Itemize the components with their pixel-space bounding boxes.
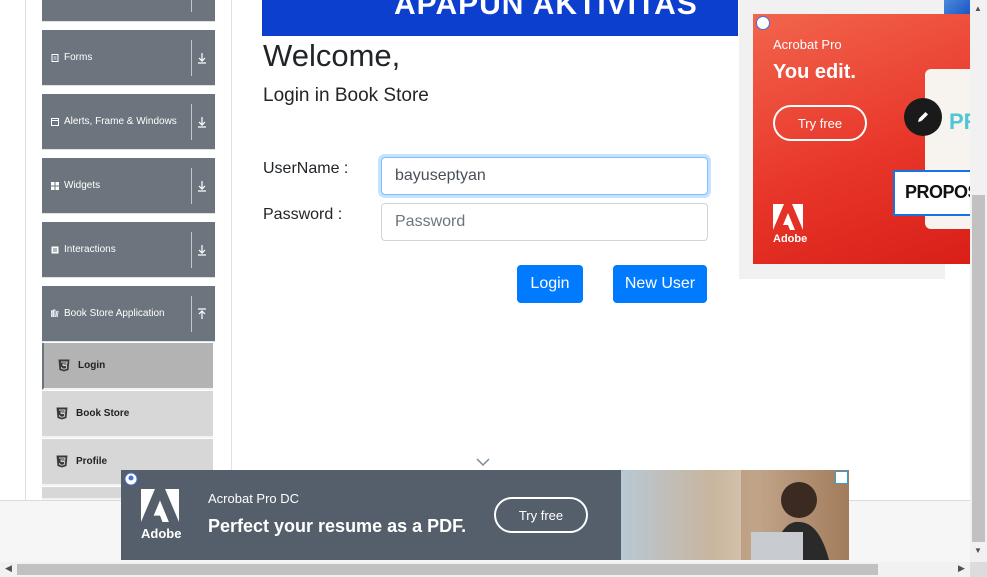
- sidebar-item-label: Login: [78, 360, 106, 371]
- left-divider: [25, 0, 26, 500]
- scroll-up-icon[interactable]: ▲: [974, 4, 982, 13]
- group-separator: [191, 104, 192, 140]
- ad-info-icon[interactable]: [835, 471, 848, 484]
- sidebar-item-login[interactable]: Login: [42, 343, 213, 390]
- sidebar-group-alerts[interactable]: Alerts, Frame & Windows: [42, 94, 215, 150]
- ad-right-banner[interactable]: Acrobat Pro You edit. Try free PR PROPOS…: [753, 14, 987, 264]
- book-icon: [51, 309, 59, 318]
- ad-headline: You edit.: [773, 61, 856, 83]
- page-subtitle: Login in Book Store: [263, 85, 429, 106]
- horizontal-scroll-thumb[interactable]: [17, 564, 878, 575]
- sidebar-group-elements[interactable]: [42, 0, 215, 22]
- new-user-button[interactable]: New User: [613, 265, 707, 303]
- ad-choices-icon[interactable]: [756, 16, 770, 30]
- sidebar-group-label: Widgets: [64, 180, 101, 191]
- ad-choices-icon[interactable]: [124, 472, 138, 486]
- chevron-down-icon[interactable]: [476, 457, 490, 467]
- login-button[interactable]: Login: [517, 265, 583, 303]
- sidebar-group-interactions[interactable]: Interactions: [42, 222, 215, 278]
- page-title: Welcome,: [263, 38, 401, 73]
- download-icon: [198, 181, 206, 192]
- download-icon: [198, 53, 206, 64]
- sidebar-group-book-store-application[interactable]: Book Store Application: [42, 286, 215, 342]
- widgets-icon: [51, 181, 59, 190]
- scroll-left-icon[interactable]: ◀: [5, 563, 12, 574]
- sidebar-group-label: Interactions: [64, 244, 116, 255]
- scroll-right-icon[interactable]: ▶: [958, 563, 965, 574]
- scroll-down-icon[interactable]: ▼: [974, 546, 982, 555]
- sidebar-group-label: Alerts, Frame & Windows: [64, 116, 177, 127]
- download-icon: [196, 0, 208, 2]
- person-laptop-illustration: [741, 470, 849, 560]
- window-icon: [51, 117, 59, 126]
- sidebar-item-book-store[interactable]: Book Store: [42, 391, 213, 438]
- interactions-icon: [51, 246, 59, 254]
- ad-headline: Perfect your resume as a PDF.: [208, 516, 467, 536]
- sidebar-group-widgets[interactable]: Widgets: [42, 158, 215, 214]
- sidebar-item-label: Book Store: [76, 408, 130, 419]
- group-separator: [191, 40, 192, 76]
- ad-bottom-banner[interactable]: Adobe Acrobat Pro DC Perfect your resume…: [121, 470, 849, 560]
- password-label: Password :: [263, 206, 343, 223]
- html5-icon: [56, 407, 68, 420]
- username-input[interactable]: [381, 157, 708, 195]
- horizontal-scrollbar[interactable]: ◀ ▶: [0, 562, 987, 577]
- download-icon: [198, 117, 206, 128]
- group-separator: [191, 168, 192, 204]
- html5-icon: [56, 455, 68, 468]
- ad-corner-tab[interactable]: [944, 0, 970, 14]
- sidebar-group-forms[interactable]: Forms: [42, 30, 215, 86]
- ad-photo: [621, 470, 849, 560]
- forms-icon: [51, 53, 59, 62]
- group-separator: [191, 296, 192, 332]
- sidebar-item-label: Profile: [76, 456, 108, 467]
- group-separator: [191, 232, 192, 268]
- sidebar-group-label: Book Store Application: [64, 308, 165, 319]
- ad-try-free-button[interactable]: Try free: [773, 105, 867, 141]
- edit-pencil-icon[interactable]: [904, 98, 942, 136]
- group-separator: [191, 0, 192, 12]
- sidebar-divider: [231, 0, 232, 500]
- username-label: UserName :: [263, 160, 349, 177]
- ad-try-free-button[interactable]: Try free: [494, 497, 588, 533]
- ad-brand: Acrobat Pro: [773, 37, 842, 52]
- upload-icon: [198, 308, 206, 319]
- banner-text: APAPUN AKTIVITAS: [394, 0, 698, 21]
- adobe-logo-icon: [773, 204, 803, 230]
- password-input[interactable]: [381, 203, 708, 241]
- sidebar-group-label: Forms: [64, 52, 93, 63]
- vertical-scrollbar[interactable]: ▲ ▼: [970, 0, 987, 562]
- adobe-logo-icon: [141, 489, 179, 522]
- ad-brand: Acrobat Pro DC: [208, 491, 300, 506]
- scrollbar-corner: [970, 562, 987, 577]
- vertical-scroll-thumb[interactable]: [972, 195, 985, 542]
- adobe-wordmark: Adobe: [141, 526, 182, 541]
- header-banner: APAPUN AKTIVITAS: [262, 0, 738, 36]
- download-icon: [198, 245, 206, 256]
- adobe-wordmark: Adobe: [773, 233, 808, 245]
- html5-icon: [58, 359, 70, 372]
